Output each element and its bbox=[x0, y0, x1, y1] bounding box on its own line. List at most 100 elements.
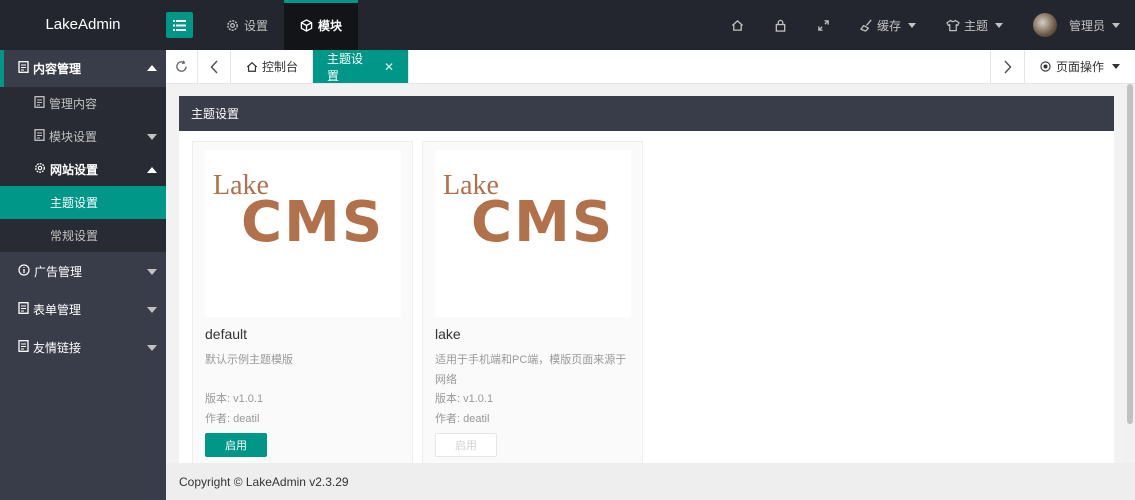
doc-icon bbox=[18, 339, 29, 355]
enable-button[interactable]: 启用 bbox=[205, 433, 267, 457]
scrollbar[interactable] bbox=[1125, 84, 1135, 463]
sidebar-group-links[interactable]: 友情链接 bbox=[0, 328, 166, 366]
sidebar-group-label: 内容管理 bbox=[33, 62, 82, 76]
target-icon bbox=[1040, 61, 1051, 72]
sidebar-toggle-button[interactable] bbox=[166, 12, 193, 38]
chevron-down-icon bbox=[147, 134, 157, 140]
theme-label: 主题 bbox=[963, 18, 988, 33]
chevron-down-icon bbox=[994, 22, 1003, 28]
sidebar-item-label: 网站设置 bbox=[50, 163, 99, 177]
user-name: 管理员 bbox=[1068, 18, 1105, 33]
sidebar-item-label: 管理内容 bbox=[49, 97, 98, 111]
page-operations-label: 页面操作 bbox=[1055, 60, 1104, 74]
sidebar-item-label: 主题设置 bbox=[50, 196, 99, 210]
top-nav-label: 模块 bbox=[318, 18, 343, 33]
theme-version: 版本: v1.0.1 bbox=[435, 393, 494, 405]
sidebar-item-site-settings[interactable]: 网站设置 bbox=[0, 153, 166, 186]
cache-menu[interactable]: 缓存 bbox=[845, 0, 931, 50]
top-nav-modules[interactable]: 模块 bbox=[284, 0, 359, 50]
theme-author: 作者: deatil bbox=[205, 413, 260, 425]
sidebar-group-label: 表单管理 bbox=[33, 302, 82, 317]
enable-button[interactable]: 启用 bbox=[435, 433, 497, 457]
theme-description: 默认示例主题模版 bbox=[205, 354, 293, 366]
app-logo[interactable]: LakeAdmin bbox=[0, 0, 166, 50]
sidebar: 内容管理 管理内容 模块设置 网站设置 主题设置 常规设置 广告管理 表单管理 … bbox=[0, 50, 166, 500]
theme-card-default: Lake CMS default 默认示例主题模版 版本: v1.0.1 作者:… bbox=[192, 141, 413, 471]
chevron-down-icon bbox=[1112, 22, 1120, 28]
thumbnail-logo-main: CMS bbox=[471, 190, 615, 255]
sidebar-item-manage-content[interactable]: 管理内容 bbox=[0, 87, 166, 120]
lock-icon bbox=[775, 19, 786, 32]
lock-screen-button[interactable] bbox=[759, 0, 802, 50]
tab-bar: 控制台 主题设置 ✕ 页面操作 bbox=[166, 50, 1135, 84]
refresh-button[interactable] bbox=[166, 50, 198, 83]
sidebar-group-content[interactable]: 内容管理 bbox=[0, 50, 166, 87]
theme-description: 适用于手机端和PC端，模版页面来源于网络 bbox=[435, 354, 627, 386]
refresh-icon bbox=[176, 60, 187, 72]
tab-dashboard[interactable]: 控制台 bbox=[232, 50, 314, 83]
home-button[interactable] bbox=[716, 0, 759, 50]
sidebar-group-ads[interactable]: 广告管理 bbox=[0, 252, 166, 290]
top-nav-settings[interactable]: 设置 bbox=[210, 0, 284, 50]
sidebar-item-general-settings[interactable]: 常规设置 bbox=[0, 219, 166, 252]
chevron-up-icon bbox=[147, 65, 157, 71]
tab-next-button[interactable] bbox=[990, 50, 1024, 83]
theme-menu[interactable]: 主题 bbox=[931, 0, 1018, 50]
user-menu[interactable]: 管理员 bbox=[1018, 0, 1135, 50]
sidebar-item-theme-settings[interactable]: 主题设置 bbox=[0, 186, 166, 219]
sidebar-group-forms[interactable]: 表单管理 bbox=[0, 290, 166, 328]
doc-icon bbox=[18, 301, 29, 317]
theme-thumbnail[interactable]: Lake CMS bbox=[435, 150, 631, 317]
gear-icon bbox=[227, 19, 238, 31]
sidebar-group-label: 广告管理 bbox=[34, 264, 83, 279]
close-icon[interactable]: ✕ bbox=[384, 60, 394, 74]
header-actions: 缓存 主题 管理员 bbox=[716, 0, 1135, 50]
sidebar-group-label: 友情链接 bbox=[33, 340, 82, 355]
theme-name: default bbox=[205, 326, 248, 342]
top-nav: 设置 模块 bbox=[210, 0, 359, 50]
chevron-down-icon bbox=[1112, 64, 1120, 69]
tab-theme-settings[interactable]: 主题设置 ✕ bbox=[313, 50, 409, 83]
chevron-right-icon bbox=[1004, 59, 1012, 74]
sidebar-item-module-settings[interactable]: 模块设置 bbox=[0, 120, 166, 153]
chevron-left-icon bbox=[210, 59, 218, 74]
footer: Copyright © LakeAdmin v2.3.29 bbox=[166, 463, 1135, 500]
thumbnail-logo-main: CMS bbox=[241, 190, 385, 255]
chevron-up-icon bbox=[147, 167, 157, 173]
sidebar-submenu-content: 管理内容 模块设置 网站设置 主题设置 常规设置 bbox=[0, 87, 166, 252]
avatar bbox=[1032, 13, 1057, 37]
chevron-down-icon bbox=[907, 22, 916, 28]
shirt-icon bbox=[946, 19, 960, 31]
tab-bar-right: 页面操作 bbox=[990, 50, 1135, 83]
theme-name: lake bbox=[435, 326, 461, 342]
chevron-down-icon bbox=[147, 345, 157, 351]
tab-label: 主题设置 bbox=[327, 51, 364, 83]
cache-label: 缓存 bbox=[876, 18, 901, 33]
top-nav-label: 设置 bbox=[244, 18, 269, 33]
scrollbar-thumb[interactable] bbox=[1127, 84, 1133, 424]
theme-thumbnail[interactable]: Lake CMS bbox=[205, 150, 401, 317]
panel-title: 主题设置 bbox=[179, 96, 1114, 131]
chevron-down-icon bbox=[147, 307, 157, 313]
theme-card-lake: Lake CMS lake 适用于手机端和PC端，模版页面来源于网络 版本: v… bbox=[422, 141, 643, 471]
top-header: LakeAdmin 设置 模块 缓存 主题 管理员 bbox=[0, 0, 1135, 50]
sidebar-item-label: 常规设置 bbox=[50, 229, 99, 243]
page-operations-menu[interactable]: 页面操作 bbox=[1024, 50, 1135, 83]
tab-label: 控制台 bbox=[262, 60, 299, 74]
theme-author: 作者: deatil bbox=[435, 413, 490, 425]
home-icon bbox=[731, 19, 743, 31]
info-icon bbox=[18, 263, 30, 279]
broom-icon bbox=[860, 19, 872, 32]
list-icon bbox=[173, 19, 186, 31]
gear-icon bbox=[34, 162, 46, 177]
fullscreen-button[interactable] bbox=[802, 0, 845, 50]
tab-prev-button[interactable] bbox=[199, 50, 231, 83]
doc-icon bbox=[34, 96, 45, 111]
theme-settings-panel: 主题设置 Lake CMS default 默认示例主题模版 版本: v1.0.… bbox=[179, 96, 1114, 471]
doc-icon bbox=[34, 129, 45, 144]
cube-icon bbox=[300, 18, 313, 32]
home-icon bbox=[246, 61, 258, 72]
chevron-down-icon bbox=[147, 269, 157, 275]
expand-icon bbox=[818, 19, 829, 31]
sidebar-item-label: 模块设置 bbox=[49, 130, 98, 144]
